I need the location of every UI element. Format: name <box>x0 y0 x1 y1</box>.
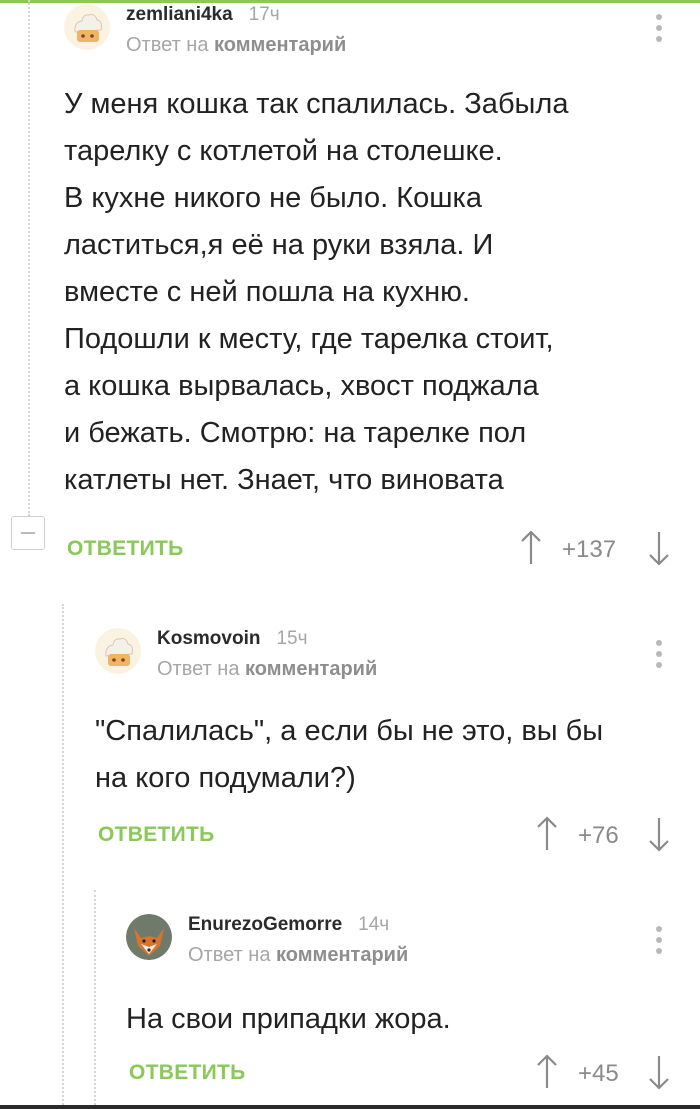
collapse-thread-button[interactable] <box>11 516 45 550</box>
bottom-bar <box>0 1105 700 1109</box>
comment-body: У меня кошка так спалилась. Забыла тарел… <box>64 81 568 504</box>
upvote-arrow-icon[interactable] <box>520 530 542 566</box>
comment-zemliani4ka: zemliani4ka 17ч Ответ на комментарий У ме… <box>64 0 700 580</box>
fox-avatar-icon[interactable] <box>126 914 172 960</box>
reply-button[interactable]: ОТВЕТИТЬ <box>98 823 215 847</box>
username-text[interactable]: EnurezoGemorre <box>188 914 342 935</box>
reply-to-prefix: Ответ на <box>188 944 271 966</box>
reply-to-link[interactable]: комментарий <box>214 34 346 56</box>
reply-button[interactable]: ОТВЕТИТЬ <box>129 1061 246 1085</box>
comment-line: на кого подумали?) <box>95 762 356 794</box>
chef-hat-avatar-icon[interactable] <box>95 628 141 674</box>
reply-to-prefix: Ответ на <box>157 658 240 680</box>
username-text[interactable]: Kosmovoin <box>157 628 260 649</box>
more-options-icon[interactable] <box>655 14 663 44</box>
downvote-arrow-icon[interactable] <box>648 816 670 852</box>
comment-line: У меня кошка так спалилась. Забыла <box>64 88 569 120</box>
comment-time: 14ч <box>358 914 390 935</box>
comment-time: 17ч <box>248 4 280 25</box>
vote-controls: +76 <box>536 816 676 856</box>
comment-body: На свои припадки жора. <box>126 996 451 1043</box>
thread-line-level-1 <box>28 0 30 516</box>
comment-line: В кухне никого не было. Кошка <box>64 182 482 214</box>
username[interactable]: Kosmovoin 15ч <box>157 628 308 650</box>
thread-line-level-2 <box>62 604 64 1109</box>
vote-controls: +137 <box>520 530 680 570</box>
comment-body: "Спалилась", а если бы не это, вы бы на … <box>95 708 603 802</box>
username[interactable]: zemliani4ka 17ч <box>126 4 280 26</box>
comment-line: а кошка вырвалась, хвост поджала <box>64 370 539 402</box>
comment-line: тарелку с котлетой на столешке. <box>64 135 503 167</box>
reply-to-link[interactable]: комментарий <box>245 658 377 680</box>
reply-to-link[interactable]: комментарий <box>276 944 408 966</box>
more-options-icon[interactable] <box>655 640 663 670</box>
vote-controls: +45 <box>536 1054 676 1094</box>
username[interactable]: EnurezoGemorre 14ч <box>188 914 389 936</box>
comment-line: "Спалилась", а если бы не это, вы бы <box>95 715 604 747</box>
downvote-arrow-icon[interactable] <box>648 530 670 566</box>
upvote-arrow-icon[interactable] <box>536 1054 558 1090</box>
rating-score: +137 <box>562 536 617 563</box>
comment-enurezogemorre: EnurezoGemorre 14ч Ответ на комментарий Н… <box>126 914 700 1094</box>
downvote-arrow-icon[interactable] <box>648 1054 670 1090</box>
more-options-icon[interactable] <box>655 926 663 956</box>
reply-button[interactable]: ОТВЕТИТЬ <box>67 537 184 561</box>
rating-score: +76 <box>578 822 619 849</box>
chef-hat-avatar-icon[interactable] <box>64 4 110 50</box>
rating-score: +45 <box>578 1060 619 1087</box>
comment-line: На свои припадки жора. <box>126 1003 451 1035</box>
thread-line-level-3 <box>94 890 96 1109</box>
comment-line: Подошли к месту, где тарелка стоит, <box>64 323 554 355</box>
comment-time: 15ч <box>276 628 308 649</box>
comment-line: вместе с ней пошла на кухню. <box>64 276 470 308</box>
comment-line: катлеты нет. Знает, что виновата <box>64 464 504 496</box>
reply-to-prefix: Ответ на <box>126 34 209 56</box>
reply-to-line: Ответ на комментарий <box>157 658 377 681</box>
reply-to-line: Ответ на комментарий <box>188 944 408 967</box>
comment-line: ластиться,я её на руки взяла. И <box>64 229 494 261</box>
username-text[interactable]: zemliani4ka <box>126 4 233 25</box>
reply-to-line: Ответ на комментарий <box>126 34 346 57</box>
upvote-arrow-icon[interactable] <box>536 816 558 852</box>
comment-line: и бежать. Смотрю: на тарелке пол <box>64 417 527 449</box>
comment-kosmovoin: Kosmovoin 15ч Ответ на комментарий "Спали… <box>95 628 700 858</box>
